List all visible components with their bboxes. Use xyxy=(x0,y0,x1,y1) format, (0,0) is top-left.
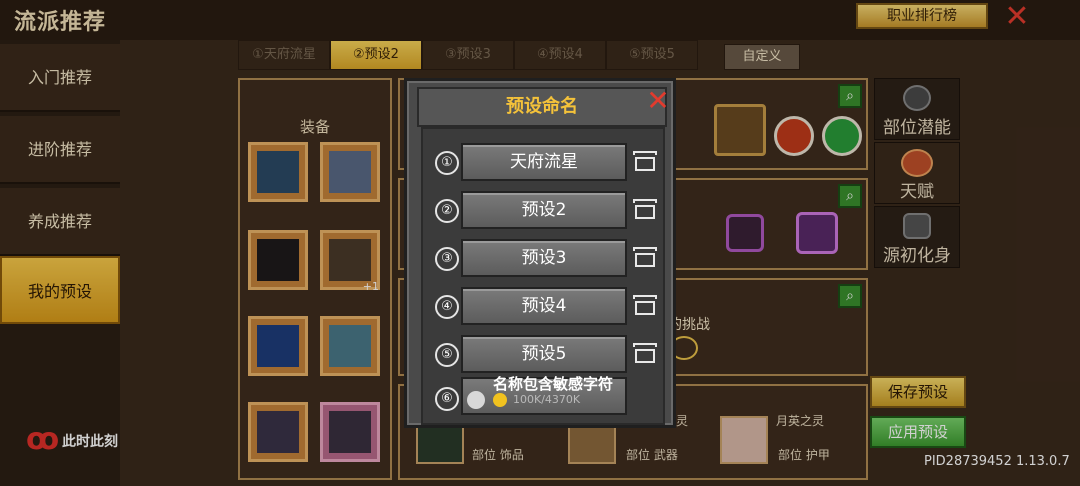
dialog-body: ① 天府流星 ② 预设2 ③ 预设3 ④ 预设4 ⑤ 预设5 ⑥ 100K/43… xyxy=(421,127,665,425)
row-number: ⑤ xyxy=(435,343,459,367)
trash-icon[interactable] xyxy=(633,247,657,269)
preset-name-button[interactable]: 预设4 xyxy=(461,287,627,325)
close-icon[interactable]: ✕ xyxy=(643,87,673,117)
trash-icon[interactable] xyxy=(633,199,657,221)
preset-name-button[interactable]: 预设2 xyxy=(461,191,627,229)
preset-naming-dialog: 预设命名 ✕ ① 天府流星 ② 预设2 ③ 预设3 ④ 预设4 ⑤ 预设5 ⑥ … xyxy=(404,78,676,428)
preset-name-button[interactable]: 预设5 xyxy=(461,335,627,373)
trash-icon[interactable] xyxy=(633,295,657,317)
preset-name-button[interactable]: 预设3 xyxy=(461,239,627,277)
coin-icon xyxy=(493,393,507,407)
trash-icon[interactable] xyxy=(633,151,657,173)
dialog-title: 预设命名 xyxy=(506,96,578,117)
row-number: ② xyxy=(435,199,459,223)
dialog-header: 预设命名 xyxy=(417,87,667,127)
row-number: ⑥ xyxy=(435,387,459,411)
row-number: ④ xyxy=(435,295,459,319)
trash-icon[interactable] xyxy=(633,343,657,365)
row-number: ① xyxy=(435,151,459,175)
preset-name-button[interactable]: 天府流星 xyxy=(461,143,627,181)
progress-text: 100K/4370K xyxy=(513,393,581,406)
row-number: ③ xyxy=(435,247,459,271)
sensitive-word-toast: 名称包含敏感字符 xyxy=(492,375,613,393)
